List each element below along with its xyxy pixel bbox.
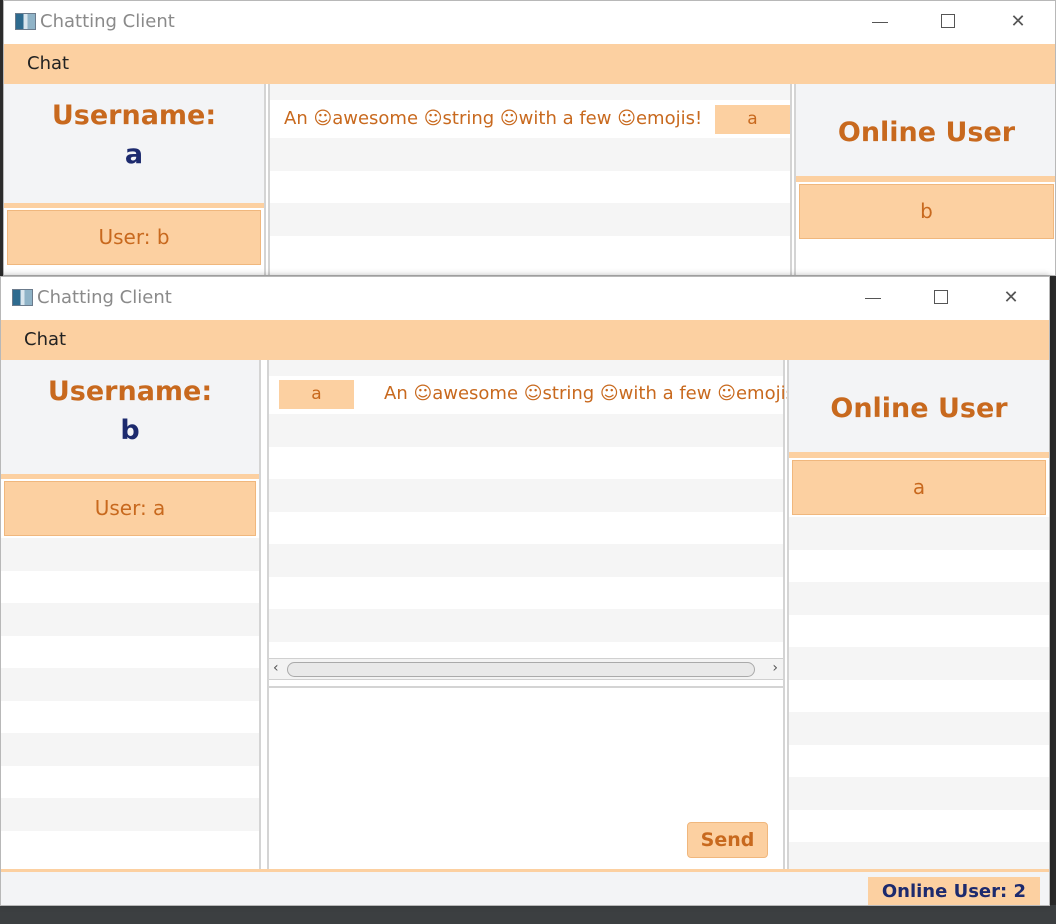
message-row[interactable]: An ☺awesome ☺string ☺with a few ☺emojis!… — [270, 100, 790, 138]
close-button[interactable]: ✕ — [1003, 9, 1033, 35]
menu-chat[interactable]: Chat — [27, 53, 69, 74]
scrollbar-thumb[interactable] — [287, 662, 755, 677]
list-row — [789, 582, 1049, 615]
online-user-item[interactable]: a — [792, 460, 1046, 515]
window-title: Chatting Client — [37, 287, 172, 308]
list-row — [789, 549, 1049, 582]
minimize-button[interactable] — [865, 9, 895, 35]
message-sender-tag: a — [279, 380, 354, 409]
list-row — [270, 138, 790, 171]
list-row — [269, 446, 783, 479]
list-row — [1, 570, 259, 603]
list-row — [270, 203, 790, 236]
message-sender-tag: a — [715, 105, 790, 134]
contact-item[interactable]: User: b — [7, 210, 261, 265]
user-panel: Username: b User: a — [1, 360, 261, 870]
username-label: Username: — [47, 376, 213, 407]
list-row — [1, 668, 259, 701]
app-icon — [12, 289, 33, 306]
username-header: Username: a — [4, 84, 264, 208]
message-list[interactable]: a An ☺awesome ☺string ☺with a few ☺emoji… — [269, 360, 802, 658]
close-icon: ✕ — [1010, 11, 1026, 32]
list-row — [1, 635, 259, 668]
username-label: Username: — [51, 100, 217, 131]
list-row — [269, 360, 783, 376]
minimize-icon — [865, 298, 881, 299]
contact-list[interactable] — [1, 538, 259, 863]
title-bar[interactable]: Chatting Client ✕ — [4, 1, 1055, 44]
online-users-panel: Online User a — [787, 360, 1049, 875]
list-row — [789, 679, 1049, 712]
message-area: a An ☺awesome ☺string ☺with a few ☺emoji… — [267, 360, 802, 870]
message-text: An ☺awesome ☺string ☺with a few ☺emojis! — [384, 383, 803, 404]
list-row — [270, 84, 790, 100]
menu-bar: Chat — [1, 320, 1049, 360]
contact-item[interactable]: User: a — [4, 481, 256, 536]
list-row — [269, 609, 783, 642]
close-icon: ✕ — [1003, 287, 1019, 308]
message-row[interactable]: a An ☺awesome ☺string ☺with a few ☺emoji… — [269, 376, 802, 414]
list-row — [269, 414, 783, 447]
user-panel: Username: a User: b — [4, 84, 266, 275]
list-row — [270, 235, 790, 268]
list-row — [1, 798, 259, 831]
list-row — [1, 603, 259, 636]
username-value: a — [124, 139, 144, 170]
maximize-button[interactable] — [927, 285, 957, 311]
title-bar[interactable]: Chatting Client ✕ — [1, 277, 1049, 320]
list-row — [269, 479, 783, 512]
list-row — [1, 830, 259, 863]
username-value: b — [120, 415, 140, 446]
online-user-list[interactable] — [789, 517, 1049, 875]
menu-chat[interactable]: Chat — [24, 329, 66, 350]
list-row — [269, 576, 783, 609]
online-users-panel: Online User b — [794, 84, 1055, 275]
list-row — [1, 700, 259, 733]
list-row — [270, 170, 790, 203]
close-button[interactable]: ✕ — [996, 285, 1026, 311]
list-row — [789, 744, 1049, 777]
list-row — [269, 511, 783, 544]
list-row — [269, 641, 783, 658]
chat-window-b: Chatting Client ✕ Chat Username: b User:… — [0, 276, 1050, 906]
list-row — [1, 538, 259, 571]
list-row — [789, 712, 1049, 745]
window-title: Chatting Client — [40, 11, 175, 32]
list-row — [789, 647, 1049, 680]
menu-bar: Chat — [4, 44, 1055, 84]
app-icon — [15, 13, 36, 30]
list-row — [1, 765, 259, 798]
maximize-icon — [941, 14, 955, 28]
message-area: An ☺awesome ☺string ☺with a few ☺emojis!… — [268, 84, 792, 275]
send-button[interactable]: Send — [687, 822, 768, 858]
chat-window-a: Chatting Client ✕ Chat Username: a User:… — [3, 0, 1056, 276]
list-row — [789, 809, 1049, 842]
list-row — [789, 777, 1049, 810]
list-row — [789, 517, 1049, 550]
message-text: An ☺awesome ☺string ☺with a few ☺emojis! — [284, 108, 703, 129]
minimize-button[interactable] — [858, 285, 888, 311]
scroll-left-icon[interactable]: ‹ — [273, 660, 279, 676]
background-ide-toolbar — [0, 905, 1056, 924]
message-list[interactable]: An ☺awesome ☺string ☺with a few ☺emojis!… — [270, 84, 790, 268]
scroll-right-icon[interactable]: › — [772, 660, 778, 676]
maximize-icon — [934, 290, 948, 304]
maximize-button[interactable] — [934, 9, 964, 35]
online-users-header: Online User — [796, 84, 1055, 182]
list-row — [1, 733, 259, 766]
minimize-icon — [872, 22, 888, 23]
horizontal-scrollbar[interactable]: ‹ › — [269, 658, 783, 680]
list-row — [269, 544, 783, 577]
status-bar: Online User: 2 — [1, 869, 1049, 905]
username-header: Username: b — [1, 360, 259, 479]
message-input[interactable]: Send — [269, 686, 783, 870]
online-count-badge: Online User: 2 — [867, 877, 1040, 905]
online-users-header: Online User — [789, 360, 1049, 458]
online-user-item[interactable]: b — [799, 184, 1054, 239]
list-row — [789, 614, 1049, 647]
